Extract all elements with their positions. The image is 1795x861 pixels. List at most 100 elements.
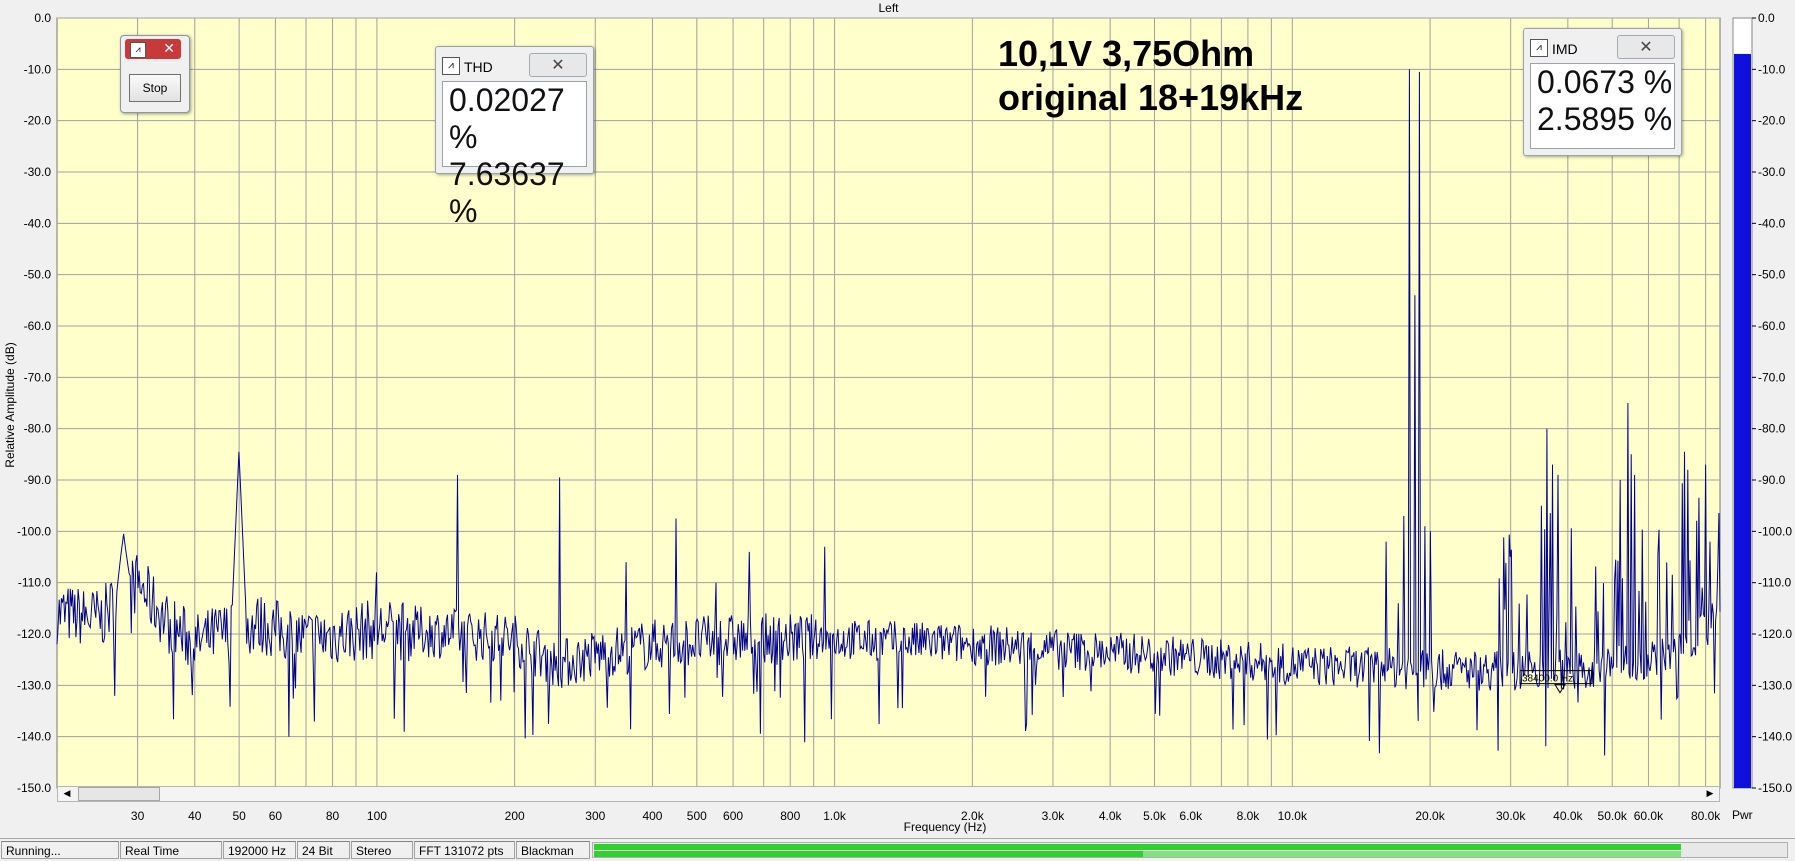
status-bar: Running... Real Time 192000 Hz 24 Bit St…	[0, 838, 1795, 861]
thd-value-1: 0.02027 %	[449, 82, 565, 155]
horizontal-scrollbar[interactable]: ◀ ▶	[57, 786, 1720, 802]
chart-title: Left	[878, 1, 899, 15]
x-tick-label: 8.0k	[1237, 809, 1261, 823]
meter-tick-label: -130.0	[1758, 678, 1792, 692]
x-tick-label: 3.0k	[1042, 809, 1066, 823]
x-tick-label: 500	[687, 809, 707, 823]
imd-close-button[interactable]: ✕	[1617, 35, 1675, 59]
input-level-meter	[592, 842, 1788, 858]
y-axis-label: Relative Amplitude (dB)	[3, 342, 17, 467]
y-tick-label: -40.0	[24, 216, 52, 230]
x-tick-label: 1.0k	[823, 809, 847, 823]
x-tick-label: 600	[723, 809, 743, 823]
y-tick-label: -150.0	[17, 781, 51, 795]
y-tick-label: -100.0	[17, 524, 51, 538]
meter-tick-label: -150.0	[1758, 781, 1792, 795]
imd-readout: 0.0673 % 2.5895 %	[1530, 63, 1675, 149]
y-tick-label: -140.0	[17, 730, 51, 744]
x-tick-label: 300	[585, 809, 605, 823]
imd-value-2: 2.5895 %	[1537, 101, 1673, 137]
waveform-icon: ⩘	[130, 42, 146, 58]
status-mode: Real Time	[120, 841, 222, 859]
meter-tick-label: 0.0	[1758, 11, 1775, 25]
x-tick-label: 80.0k	[1691, 809, 1721, 823]
level-right-bar	[594, 851, 1144, 857]
stop-button[interactable]: Stop	[129, 74, 181, 102]
meter-tick-label: -60.0	[1758, 319, 1786, 333]
stop-window[interactable]: ✕ ⩘ Stop	[120, 35, 190, 113]
meter-tick-label: -70.0	[1758, 370, 1786, 384]
x-tick-label: 30.0k	[1496, 809, 1526, 823]
power-meter-bar	[1734, 53, 1751, 788]
thd-window[interactable]: ⩘ THD ✕ 0.02027 % 7.63637 %	[435, 46, 594, 229]
x-tick-label: 80	[326, 809, 340, 823]
y-tick-label: -110.0	[18, 576, 51, 590]
status-channels: Stereo	[351, 841, 413, 859]
y-tick-label: -20.0	[24, 114, 52, 128]
meter-tick-label: -140.0	[1758, 730, 1792, 744]
x-tick-label: 10.0k	[1278, 809, 1308, 823]
y-tick-label: -10.0	[24, 62, 52, 76]
level-left-bar	[594, 844, 1681, 850]
status-window: Blackman	[516, 841, 590, 859]
annotation-line-1: 10,1V 3,75Ohm	[998, 33, 1254, 74]
x-tick-label: 50	[232, 809, 246, 823]
thd-title: THD	[464, 59, 493, 75]
x-tick-label: 4.0k	[1099, 809, 1123, 823]
meter-tick-label: -120.0	[1758, 627, 1792, 641]
x-tick-label: 50.0k	[1598, 809, 1628, 823]
x-tick-label: 60.0k	[1634, 809, 1664, 823]
y-tick-label: -30.0	[24, 165, 52, 179]
status-fft-size: FFT 131072 pts	[414, 841, 515, 859]
waveform-icon: ⩘	[442, 57, 460, 75]
y-tick-label: -60.0	[24, 319, 52, 333]
meter-tick-label: -20.0	[1758, 114, 1786, 128]
y-tick-label: -80.0	[24, 422, 52, 436]
x-tick-label: 20.0k	[1415, 809, 1445, 823]
scroll-thumb[interactable]	[78, 787, 160, 801]
imd-window[interactable]: ⩘ IMD ✕ 0.0673 % 2.5895 %	[1523, 28, 1682, 156]
x-tick-label: 40.0k	[1553, 809, 1583, 823]
y-tick-label: -90.0	[24, 473, 52, 487]
meter-label: Pwr	[1732, 808, 1753, 822]
status-bit-depth: 24 Bit	[297, 841, 350, 859]
x-tick-label: 40	[188, 809, 202, 823]
x-tick-label: 400	[642, 809, 662, 823]
thd-readout: 0.02027 % 7.63637 %	[442, 81, 587, 229]
x-tick-label: 5.0k	[1143, 809, 1167, 823]
x-tick-label: 30	[131, 809, 145, 823]
waveform-icon: ⩘	[1530, 39, 1548, 57]
y-tick-label: -50.0	[24, 268, 52, 282]
x-tick-label: 800	[780, 809, 800, 823]
meter-tick-label: -10.0	[1758, 62, 1786, 76]
status-sample-rate: 192000 Hz	[223, 841, 296, 859]
meter-tick-label: -80.0	[1758, 422, 1786, 436]
x-tick-label: 100	[367, 809, 387, 823]
thd-titlebar[interactable]: ⩘ THD ✕	[442, 53, 587, 77]
scroll-right-icon[interactable]: ▶	[1702, 787, 1718, 801]
y-tick-label: 0.0	[34, 11, 51, 25]
meter-tick-label: -30.0	[1758, 165, 1786, 179]
x-axis-label: Frequency (Hz)	[904, 820, 987, 834]
imd-value-1: 0.0673 %	[1537, 64, 1673, 100]
thd-value-2: 7.63637 %	[449, 156, 565, 229]
marker-label: 38400.0 Hz	[1522, 674, 1573, 685]
x-tick-label: 200	[505, 809, 525, 823]
x-tick-label: 60	[269, 809, 283, 823]
imd-title: IMD	[1552, 41, 1578, 57]
x-tick-label: 6.0k	[1179, 809, 1203, 823]
meter-tick-label: -100.0	[1758, 524, 1792, 538]
analyzer-window: 0.0 -10.0 -20.0 -30.0 -40.0 -50.0 -60.0 -70.0 -8…	[0, 0, 1795, 861]
y-tick-label: -130.0	[17, 678, 51, 692]
y-tick-label: -120.0	[17, 627, 51, 641]
meter-tick-label: -90.0	[1758, 473, 1786, 487]
annotation-line-2: original 18+19kHz	[998, 77, 1303, 118]
imd-titlebar[interactable]: ⩘ IMD ✕	[1530, 35, 1675, 59]
scroll-left-icon[interactable]: ◀	[59, 787, 75, 801]
y-tick-label: -70.0	[24, 370, 52, 384]
status-running: Running...	[1, 841, 119, 859]
meter-tick-label: -50.0	[1758, 268, 1786, 282]
thd-close-button[interactable]: ✕	[529, 53, 587, 77]
meter-tick-label: -110.0	[1758, 576, 1791, 590]
meter-tick-label: -40.0	[1758, 216, 1786, 230]
